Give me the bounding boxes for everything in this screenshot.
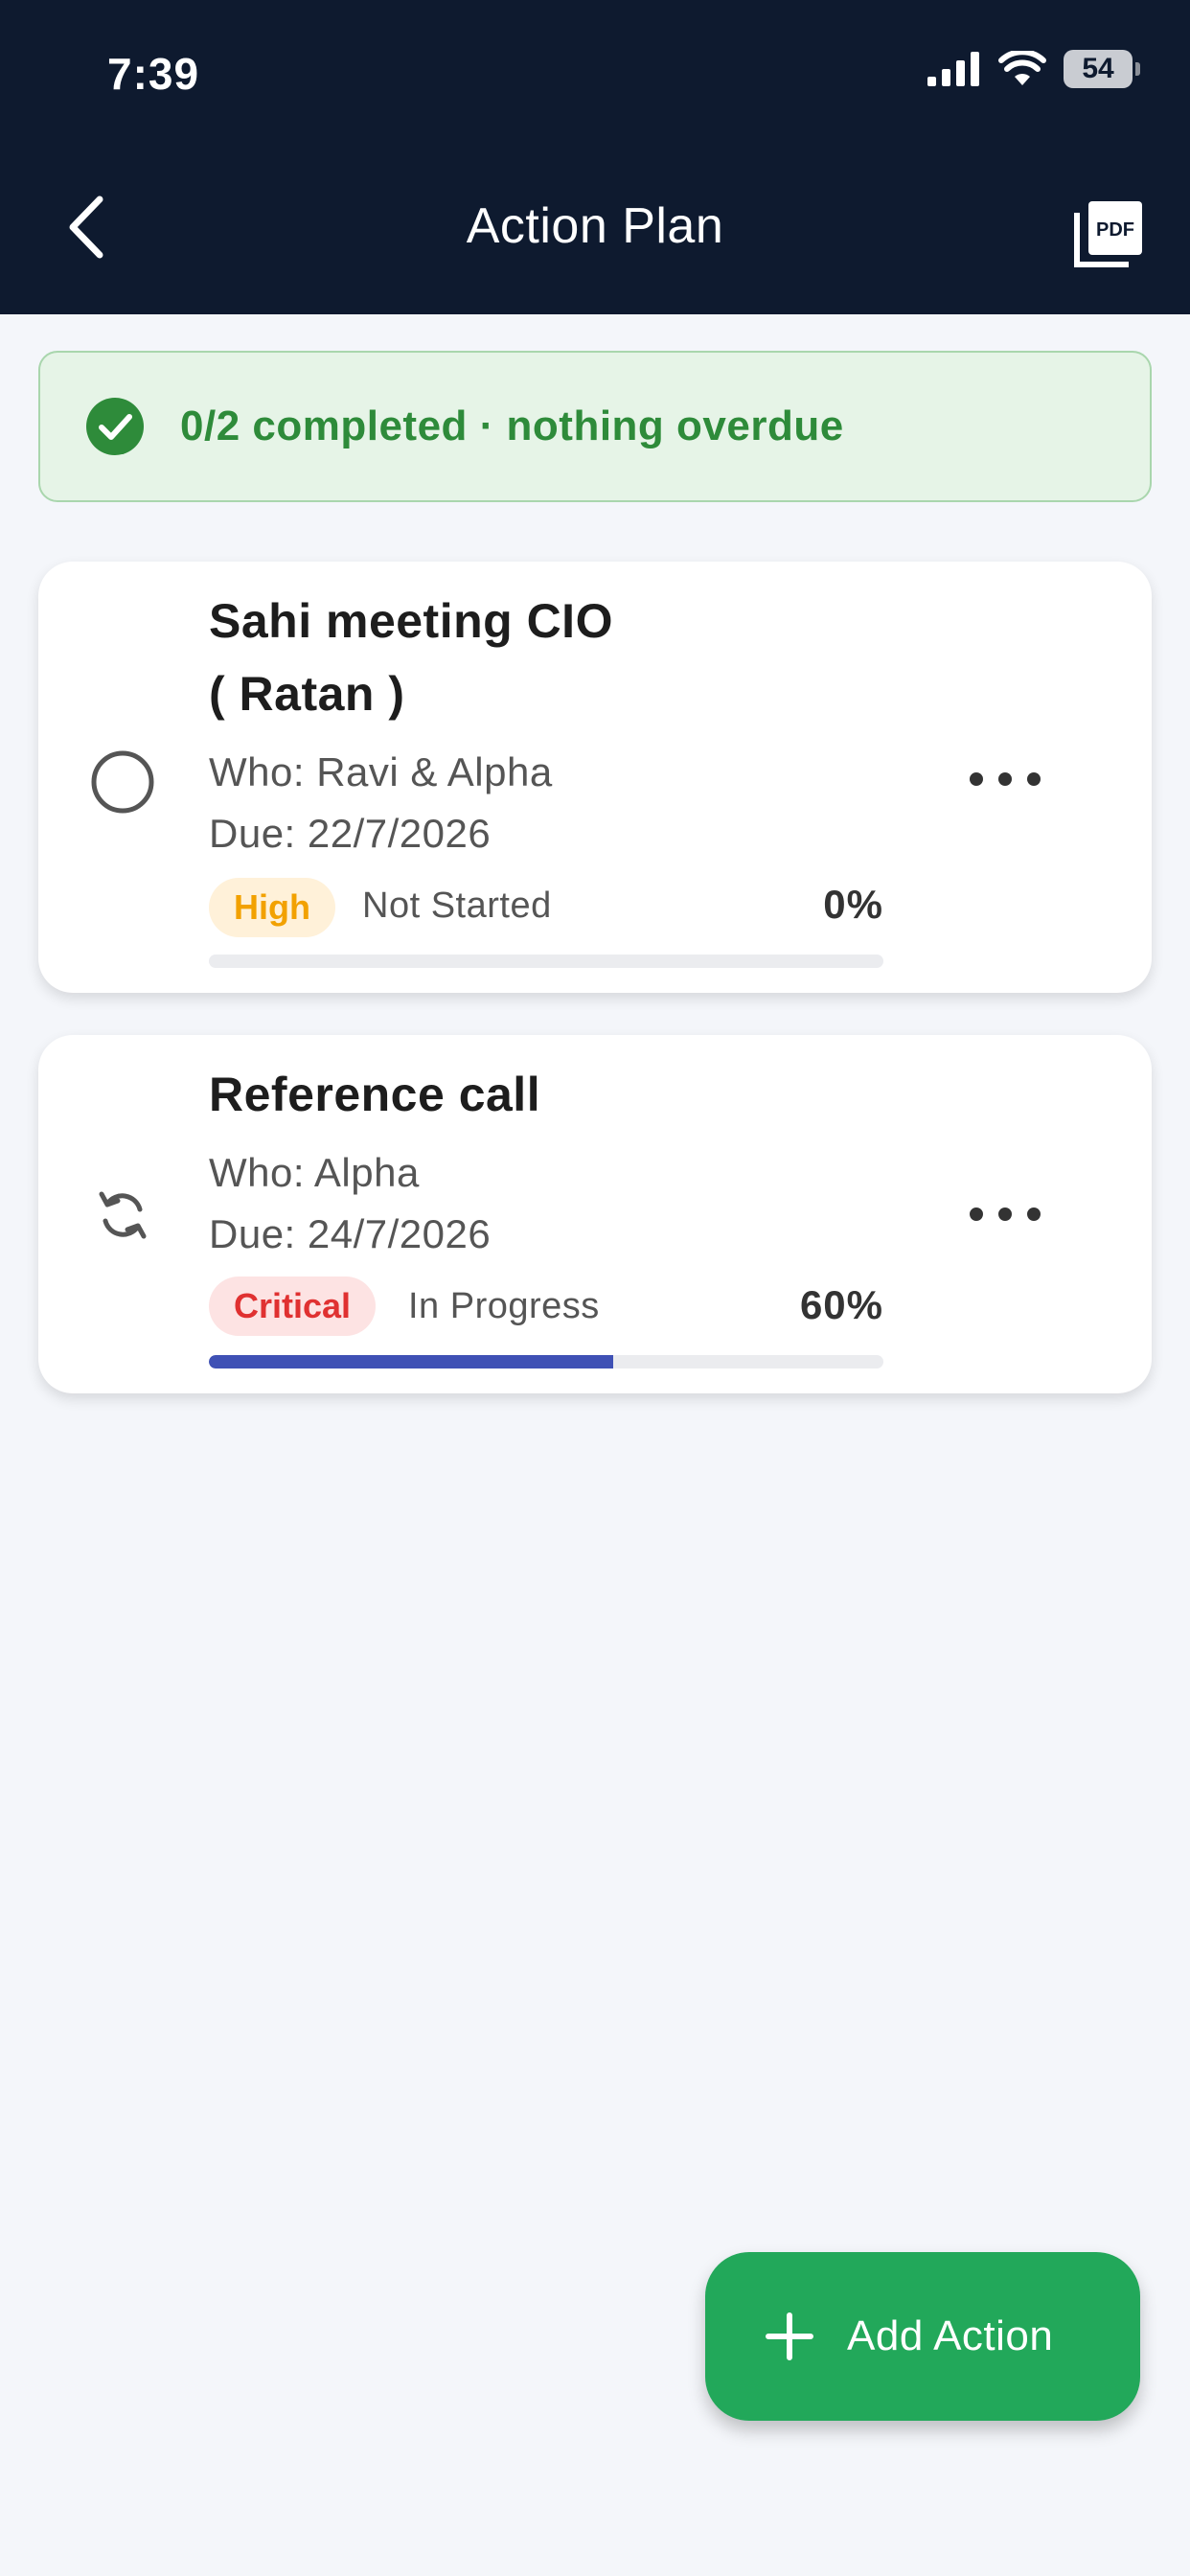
more-dot <box>970 1208 983 1221</box>
summary-text: 0/2 completed · nothing overdue <box>180 402 844 449</box>
export-pdf-button[interactable]: PDF <box>1071 196 1148 272</box>
more-dot <box>1027 1208 1041 1221</box>
action-due: Due: 22/7/2026 <box>209 811 492 856</box>
status-time: 7:39 <box>107 49 200 99</box>
action-status: Not Started <box>362 886 552 926</box>
more-options-button[interactable] <box>970 765 1041 794</box>
more-dot <box>998 1208 1012 1221</box>
action-who: Who: Alpha <box>209 1150 420 1195</box>
add-action-button[interactable]: Add Action <box>705 2252 1140 2421</box>
action-who: Who: Ravi & Alpha <box>209 749 553 794</box>
action-title: Sahi meeting CIO <box>209 594 613 648</box>
progress-percent: 0% <box>823 882 883 927</box>
action-title-line2: ( Ratan ) <box>209 667 405 721</box>
action-status: In Progress <box>408 1286 600 1326</box>
app-header: 7:39 54 Action Plan PDF <box>0 0 1190 314</box>
check-circle-icon <box>86 398 144 455</box>
priority-badge: Critical <box>209 1276 377 1336</box>
summary-banner: 0/2 completed · nothing overdue <box>38 351 1152 502</box>
sync-icon <box>99 1191 147 1239</box>
battery-icon: 54 <box>1064 50 1140 88</box>
more-options-button[interactable] <box>970 1200 1041 1229</box>
pdf-icon: PDF <box>1074 201 1142 267</box>
progress-bar-fill <box>209 1355 614 1368</box>
priority-badge: High <box>209 878 335 937</box>
more-dot <box>1027 772 1041 786</box>
status-toggle[interactable] <box>88 748 157 816</box>
status-indicators: 54 <box>927 50 1140 88</box>
action-card[interactable]: Sahi meeting CIO ( Ratan ) Who: Ravi & A… <box>38 562 1152 993</box>
action-title: Reference call <box>209 1068 541 1121</box>
empty-circle-icon <box>91 750 154 814</box>
svg-text:PDF: PDF <box>1096 219 1134 241</box>
more-dot <box>998 772 1012 786</box>
progress-percent: 60% <box>799 1282 883 1327</box>
progress-bar <box>209 954 883 968</box>
progress-bar <box>209 1355 883 1368</box>
signal-icon <box>927 52 979 86</box>
page-title: Action Plan <box>466 198 724 254</box>
add-action-label: Add Action <box>847 2312 1054 2359</box>
wifi-icon <box>998 51 1046 85</box>
plus-icon <box>766 2312 813 2360</box>
action-due: Due: 24/7/2026 <box>209 1211 492 1256</box>
status-toggle[interactable] <box>88 1181 157 1250</box>
more-dot <box>970 772 983 786</box>
action-card[interactable]: Reference call Who: Alpha Due: 24/7/2026… <box>38 1035 1152 1393</box>
